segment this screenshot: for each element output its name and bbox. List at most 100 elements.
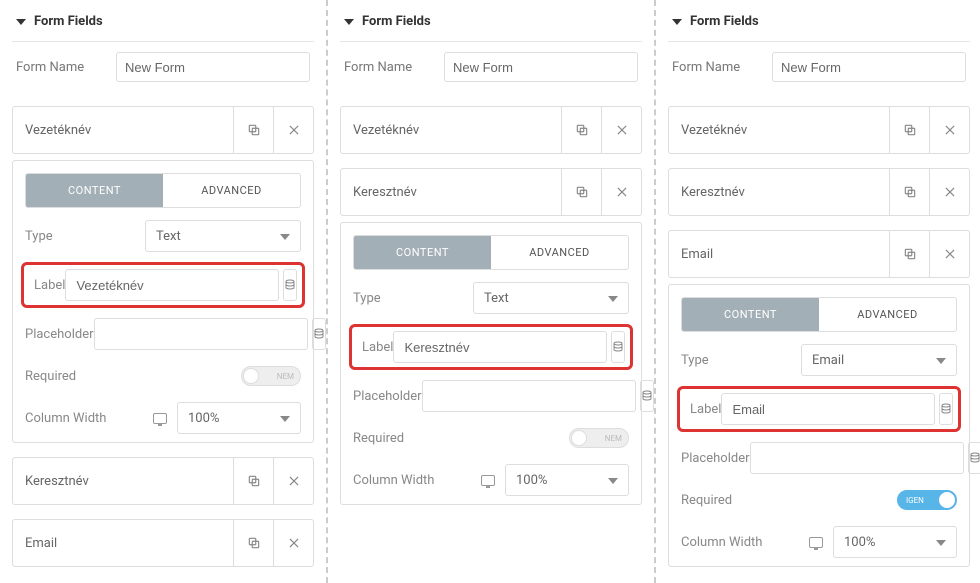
field-editor: CONTENT ADVANCED Type Text Label Placeho… — [12, 160, 314, 443]
type-select[interactable]: Email — [801, 344, 957, 376]
dynamic-tags-button[interactable] — [939, 393, 953, 425]
remove-button[interactable] — [929, 231, 969, 277]
field-header[interactable]: Vezetéknév — [669, 107, 969, 153]
column-width-row: Column Width 100% — [669, 518, 969, 566]
form-name-input[interactable] — [116, 52, 310, 82]
field-item: Keresztnév — [12, 457, 314, 505]
column-width-select[interactable]: 100% — [505, 464, 629, 496]
database-icon — [641, 390, 653, 402]
field-header[interactable]: Vezetéknév — [341, 107, 641, 153]
duplicate-button[interactable] — [889, 107, 929, 153]
database-icon — [284, 279, 296, 291]
panel-3: Form Fields Form Name Vezetéknév Kereszt… — [656, 0, 980, 583]
label-label: Label — [34, 278, 65, 293]
label-label: Label — [362, 340, 393, 355]
type-select[interactable]: Text — [145, 220, 301, 252]
label-label: Label — [690, 402, 721, 417]
duplicate-button[interactable] — [889, 231, 929, 277]
field-header[interactable]: Keresztnév — [13, 458, 313, 504]
form-name-input[interactable] — [444, 52, 638, 82]
field-header[interactable]: Email — [13, 520, 313, 566]
column-width-value: 100% — [516, 473, 547, 488]
field-title: Vezetéknév — [341, 123, 561, 138]
responsive-icon[interactable] — [481, 475, 495, 486]
placeholder-input[interactable] — [94, 318, 308, 350]
dynamic-tags-button[interactable] — [640, 380, 654, 412]
responsive-icon[interactable] — [153, 413, 167, 424]
tab-advanced[interactable]: ADVANCED — [491, 236, 628, 269]
responsive-icon[interactable] — [809, 537, 823, 548]
placeholder-input[interactable] — [750, 442, 964, 474]
tab-content[interactable]: CONTENT — [26, 174, 163, 207]
close-icon — [615, 123, 629, 137]
duplicate-button[interactable] — [233, 107, 273, 153]
dynamic-tags-button[interactable] — [968, 442, 980, 474]
copy-icon — [247, 474, 261, 488]
field-item: Keresztnév — [668, 168, 970, 216]
placeholder-row: Placeholder — [669, 434, 969, 482]
remove-button[interactable] — [601, 107, 641, 153]
toggle-knob — [243, 368, 259, 384]
type-label: Type — [681, 353, 801, 368]
required-toggle[interactable]: NEM — [241, 366, 301, 386]
remove-button[interactable] — [929, 107, 969, 153]
remove-button[interactable] — [601, 169, 641, 215]
tab-content[interactable]: CONTENT — [354, 236, 491, 269]
dynamic-tags-button[interactable] — [611, 331, 625, 363]
field-header[interactable]: Keresztnév — [669, 169, 969, 215]
toggle-on-text: IGEN — [906, 496, 924, 505]
remove-button[interactable] — [273, 107, 313, 153]
remove-button[interactable] — [929, 169, 969, 215]
type-label: Type — [25, 229, 145, 244]
duplicate-button[interactable] — [233, 520, 273, 566]
duplicate-button[interactable] — [233, 458, 273, 504]
remove-button[interactable] — [273, 520, 313, 566]
remove-button[interactable] — [273, 458, 313, 504]
chevron-down-icon — [280, 234, 290, 240]
close-icon — [615, 185, 629, 199]
duplicate-button[interactable] — [889, 169, 929, 215]
field-title: Vezetéknév — [669, 123, 889, 138]
field-item: Email — [12, 519, 314, 567]
field-title: Keresztnév — [669, 185, 889, 200]
column-width-select[interactable]: 100% — [177, 402, 301, 434]
tab-content[interactable]: CONTENT — [682, 298, 819, 331]
column-width-value: 100% — [188, 411, 219, 426]
field-header[interactable]: Vezetéknév — [13, 107, 313, 153]
dynamic-tags-button[interactable] — [283, 269, 297, 301]
form-name-label: Form Name — [16, 60, 116, 75]
field-item: Vezetéknév — [340, 106, 642, 154]
section-title: Form Fields — [690, 14, 759, 29]
dynamic-tags-button[interactable] — [312, 318, 326, 350]
section-title: Form Fields — [362, 14, 431, 29]
section-header[interactable]: Form Fields — [12, 0, 314, 42]
label-input[interactable] — [721, 393, 935, 425]
form-name-input[interactable] — [772, 52, 966, 82]
copy-icon — [903, 185, 917, 199]
field-item: Vezetéknév — [12, 106, 314, 154]
placeholder-input[interactable] — [422, 380, 636, 412]
tab-row: CONTENT ADVANCED — [681, 297, 957, 332]
copy-icon — [575, 185, 589, 199]
duplicate-button[interactable] — [561, 107, 601, 153]
field-header[interactable]: Email — [669, 231, 969, 277]
label-input[interactable] — [393, 331, 607, 363]
required-toggle[interactable]: NEM — [569, 428, 629, 448]
column-width-label: Column Width — [25, 411, 145, 426]
tab-advanced[interactable]: ADVANCED — [819, 298, 956, 331]
duplicate-button[interactable] — [561, 169, 601, 215]
label-input[interactable] — [65, 269, 279, 301]
copy-icon — [903, 123, 917, 137]
column-width-select[interactable]: 100% — [833, 526, 957, 558]
section-header[interactable]: Form Fields — [340, 0, 642, 42]
field-title: Email — [13, 536, 233, 551]
field-header[interactable]: Keresztnév — [341, 169, 641, 215]
required-toggle[interactable]: IGEN — [897, 490, 957, 510]
form-name-label: Form Name — [672, 60, 772, 75]
type-row: Type Email — [669, 336, 969, 384]
section-header[interactable]: Form Fields — [668, 0, 970, 42]
caret-down-icon — [672, 19, 682, 25]
type-select[interactable]: Text — [473, 282, 629, 314]
required-label: Required — [681, 493, 801, 508]
tab-advanced[interactable]: ADVANCED — [163, 174, 300, 207]
